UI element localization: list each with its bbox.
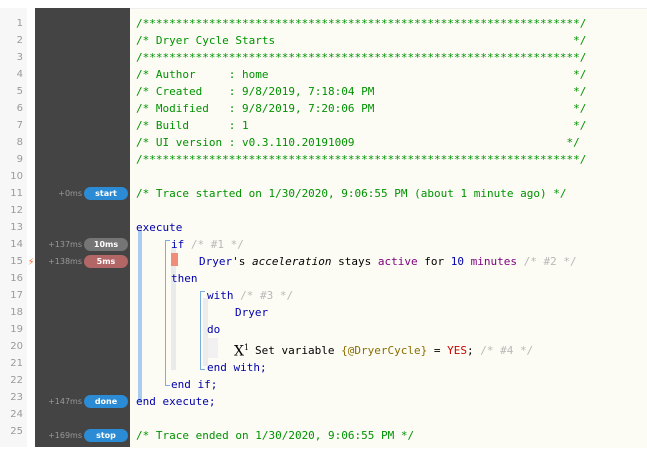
if-tag: /* #1 */ bbox=[190, 238, 244, 251]
for-text: for bbox=[424, 255, 445, 268]
line-number: 20 bbox=[10, 341, 23, 352]
condition-state[interactable]: active bbox=[378, 255, 418, 268]
line-number: 8 bbox=[16, 137, 23, 148]
do-keyword[interactable]: do bbox=[207, 323, 220, 336]
trace-badge-start[interactable]: start bbox=[84, 187, 128, 200]
with-keyword[interactable]: with bbox=[207, 289, 234, 302]
end-execute-keyword[interactable]: end execute; bbox=[136, 395, 215, 408]
condition-false-marker bbox=[171, 253, 178, 266]
trace-badge-stop[interactable]: stop bbox=[84, 429, 128, 442]
execute-block-bar bbox=[138, 230, 142, 402]
line-number: 6 bbox=[16, 103, 23, 114]
trace-badge-done[interactable]: done bbox=[84, 395, 128, 408]
line-number: 10 bbox=[10, 171, 23, 182]
line-number: 9 bbox=[16, 154, 23, 165]
line-number: 4 bbox=[16, 69, 23, 80]
header-build: /* Build : 1 */ bbox=[136, 119, 587, 132]
condition-device[interactable]: Dryer bbox=[199, 255, 232, 268]
line-number: 14 bbox=[10, 239, 23, 250]
header-author: /* Author : home */ bbox=[136, 68, 587, 81]
line-number: 19 bbox=[10, 324, 23, 335]
end-with-keyword[interactable]: end with; bbox=[207, 361, 267, 374]
line-number: 22 bbox=[10, 375, 23, 386]
header-created: /* Created : 9/8/2019, 7:18:04 PM */ bbox=[136, 85, 587, 98]
line-number: 17 bbox=[10, 290, 23, 301]
line-number: 23 bbox=[10, 392, 23, 403]
action-tag: /* #4 */ bbox=[480, 344, 534, 357]
line-number: 1 bbox=[16, 18, 23, 29]
trace-badge-if[interactable]: 10ms bbox=[84, 238, 128, 251]
trace-timing-column bbox=[35, 8, 130, 447]
line-number: 15 bbox=[10, 256, 23, 267]
then-keyword[interactable]: then bbox=[171, 272, 198, 285]
with-tag: /* #3 */ bbox=[240, 289, 294, 302]
trace-started-comment: /* Trace started on 1/30/2020, 9:06:55 P… bbox=[136, 187, 567, 200]
with-device[interactable]: Dryer bbox=[235, 306, 268, 319]
line-number: 13 bbox=[10, 222, 23, 233]
trace-time-stop: +169ms bbox=[48, 431, 82, 440]
semicolon-text: ; bbox=[466, 344, 474, 357]
trace-time-start: +0ms bbox=[58, 189, 82, 198]
duration-unit[interactable]: minutes bbox=[471, 255, 517, 268]
piston-trace-viewer: 1 2 3 4 5 6 7 8 9 10 11 12 13 14 15 16 17 18 19 20 21 22 23 24 2… bbox=[0, 0, 647, 452]
do-block-bar bbox=[208, 338, 218, 358]
line-number: 24 bbox=[10, 409, 23, 420]
trace-time-condition: +138ms bbox=[48, 257, 82, 266]
trace-time-done: +147ms bbox=[48, 397, 82, 406]
trace-time-if: +137ms bbox=[48, 240, 82, 249]
line-number: 25 bbox=[10, 426, 23, 437]
line-number: 21 bbox=[10, 358, 23, 369]
condition-attribute[interactable]: acceleration bbox=[252, 255, 331, 268]
execute-keyword[interactable]: execute bbox=[136, 221, 182, 234]
possessive-text: 's bbox=[232, 255, 246, 268]
header-title: /* Dryer Cycle Starts */ bbox=[136, 34, 587, 47]
action-value[interactable]: YES bbox=[447, 344, 467, 357]
header-ui-version: /* UI version : v0.3.110.20191009 */ bbox=[136, 136, 580, 149]
header-stars-mid: /***************************************… bbox=[136, 51, 587, 64]
line-number: 12 bbox=[10, 205, 23, 216]
header-modified: /* Modified : 9/8/2019, 7:20:06 PM */ bbox=[136, 102, 587, 115]
action-text[interactable]: Set variable bbox=[255, 344, 334, 357]
header-stars-bottom: /***************************************… bbox=[136, 153, 587, 166]
with-bracket bbox=[200, 291, 205, 370]
trace-badge-condition[interactable]: 5ms bbox=[84, 255, 128, 268]
lightning-bolt-icon: ⚡ bbox=[27, 255, 35, 268]
action-variable[interactable]: {@DryerCycle} bbox=[341, 344, 427, 357]
if-bracket bbox=[165, 240, 170, 386]
if-keyword[interactable]: if bbox=[171, 238, 184, 251]
line-number: 3 bbox=[16, 52, 23, 63]
line-number: 7 bbox=[16, 120, 23, 131]
equals-text: = bbox=[433, 344, 441, 357]
end-if-keyword[interactable]: end if; bbox=[171, 378, 217, 391]
stays-text: stays bbox=[338, 255, 372, 268]
line-number: 2 bbox=[16, 35, 23, 46]
trace-ended-comment: /* Trace ended on 1/30/2020, 9:06:55 PM … bbox=[136, 429, 415, 442]
line-number: 18 bbox=[10, 307, 23, 318]
duration-value[interactable]: 10 bbox=[451, 255, 464, 268]
header-stars-top: /***************************************… bbox=[136, 17, 587, 30]
condition-tag: /* #2 */ bbox=[523, 255, 577, 268]
line-number: 11 bbox=[10, 188, 23, 199]
line-number: 5 bbox=[16, 86, 23, 97]
line-number: 16 bbox=[10, 273, 23, 284]
variable-x-icon: X1 bbox=[234, 343, 250, 360]
